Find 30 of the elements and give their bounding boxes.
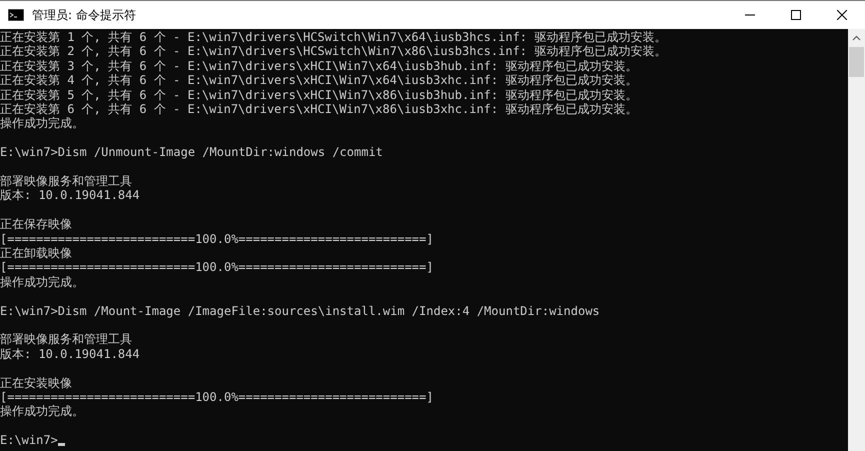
console-line: 正在安装第 4 个, 共有 6 个 - E:\win7\drivers\xHCI\Win7\x64\iusb3xhc.inf: 驱动程序包已成功安装。 (0, 73, 638, 88)
scrollbar-thumb[interactable] (849, 47, 864, 77)
console-line: 正在安装第 6 个, 共有 6 个 - E:\win7\drivers\xHCI\Win7\x86\iusb3xhc.inf: 驱动程序包已成功安装。 (0, 102, 638, 116)
close-icon (837, 10, 847, 20)
command-prompt: E:\win7> (0, 433, 58, 448)
console-line: 版本: 10.0.19041.844 (0, 188, 140, 203)
scroll-up-icon[interactable] (852, 35, 861, 41)
text-cursor (58, 442, 65, 446)
console-line: 操作成功完成。 (0, 404, 84, 419)
console-line: 版本: 10.0.19041.844 (0, 346, 140, 362)
console-line: 正在安装第 2 个, 共有 6 个 - E:\win7\drivers\HCSwitch\Win7\x86\iusb3hcs.inf: 驱动程序包已成功安装。 (0, 44, 666, 59)
console-line: 正在安装第 3 个, 共有 6 个 - E:\win7\drivers\xHCI\Win7\x64\iusb3hub.inf: 驱动程序包已成功安装。 (0, 58, 638, 74)
console-line: 操作成功完成。 (0, 274, 84, 290)
console-line: [==========================100.0%==========================] (0, 260, 434, 275)
scrollbar[interactable] (848, 29, 865, 451)
console-line: E:\win7>Dism /Unmount-Image /MountDir:windows /commit (0, 145, 383, 160)
window-title: 管理员: 命令提示符 (32, 6, 137, 24)
console-line: 操作成功完成。 (0, 116, 84, 131)
maximize-icon (791, 10, 801, 20)
console-line: [==========================100.0%==========================] (0, 232, 434, 246)
console-line: 正在安装映像 (0, 376, 72, 390)
console-line: [==========================100.0%==========================] (0, 390, 434, 404)
console-line: 正在安装第 5 个, 共有 6 个 - E:\win7\drivers\xHCI\Win7\x86\iusb3hub.inf: 驱动程序包已成功安装。 (0, 88, 638, 102)
console-line: 正在保存映像 (0, 217, 72, 232)
console-app-icon (8, 9, 24, 21)
console-line: 部署映像服务和管理工具 (0, 332, 132, 347)
console-line: E:\win7>Dism /Mount-Image /ImageFile:sources\install.wim /Index:4 /MountDir:windows (0, 304, 600, 318)
console-line: 正在安装第 1 个, 共有 6 个 - E:\win7\drivers\HCSwitch\Win7\x64\iusb3hcs.inf: 驱动程序包已成功安装。 (0, 30, 666, 44)
console-line: 部署映像服务和管理工具 (0, 174, 132, 188)
console-line: 正在卸载映像 (0, 246, 72, 260)
